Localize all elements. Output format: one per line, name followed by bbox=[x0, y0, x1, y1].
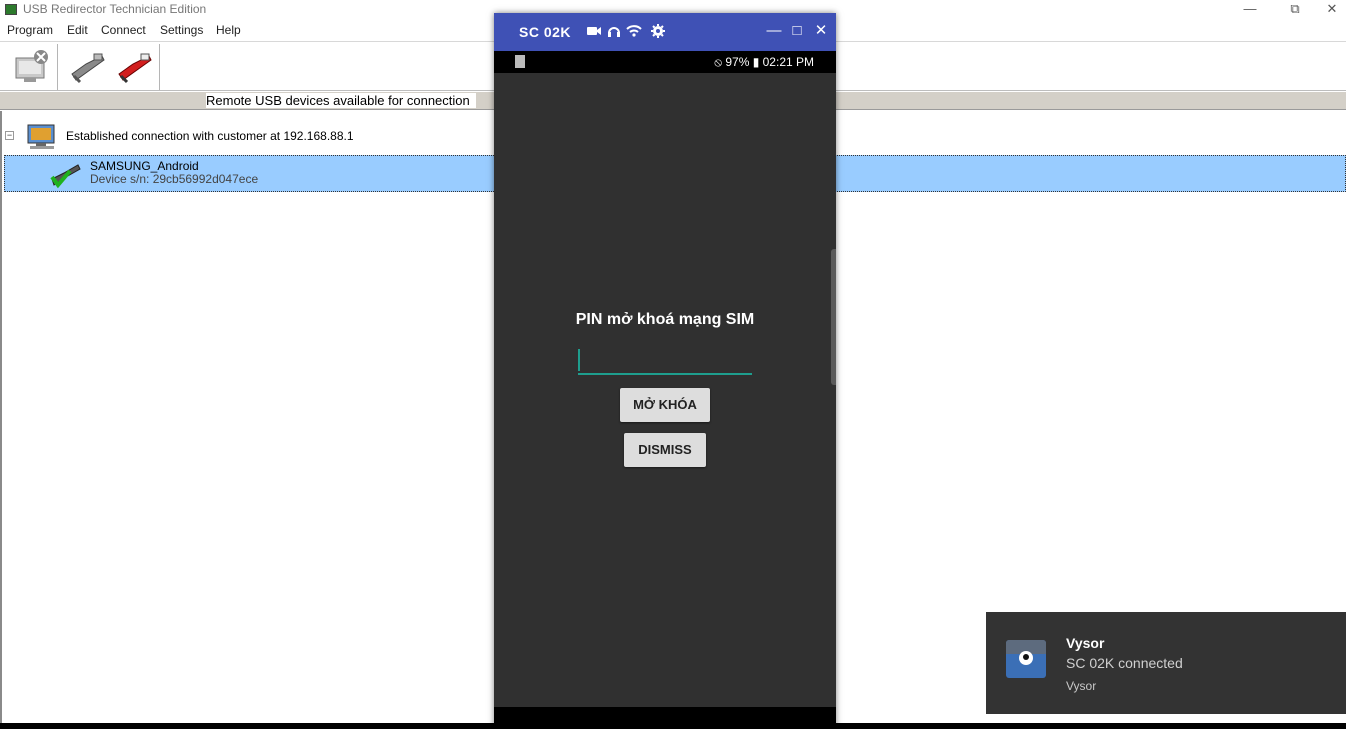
menu-connect[interactable]: Connect bbox=[101, 23, 146, 37]
text-cursor bbox=[578, 349, 580, 371]
pin-dialog-title: PIN mở khoá mạng SIM bbox=[575, 311, 755, 328]
minimize-button[interactable]: — bbox=[1227, 0, 1273, 20]
vysor-title-bar[interactable]: SC 02K — □ ✕ bbox=[494, 13, 836, 51]
vysor-minimize-button[interactable]: — bbox=[764, 21, 784, 41]
vysor-window: SC 02K — □ ✕ ⦸ 97% ▮ 02:21 PM PIN mở kho… bbox=[494, 13, 836, 729]
menu-edit[interactable]: Edit bbox=[67, 23, 88, 37]
disconnect-device-icon bbox=[118, 53, 152, 84]
disconnect-device-button[interactable] bbox=[113, 46, 157, 88]
notification-toast[interactable]: Vysor SC 02K connected Vysor bbox=[986, 612, 1346, 714]
tree-collapse-toggle[interactable]: − bbox=[5, 131, 14, 140]
list-header-label: Remote USB devices available for connect… bbox=[206, 93, 476, 108]
connect-device-button[interactable] bbox=[66, 46, 110, 88]
close-button[interactable]: ✕ bbox=[1318, 0, 1346, 20]
vysor-device-name: SC 02K bbox=[519, 24, 572, 40]
menu-settings[interactable]: Settings bbox=[160, 23, 203, 37]
host-connection-label[interactable]: Established connection with customer at … bbox=[66, 129, 354, 143]
headphones-icon[interactable] bbox=[606, 23, 622, 39]
vysor-maximize-button[interactable]: □ bbox=[787, 21, 807, 41]
window-title: USB Redirector Technician Edition bbox=[23, 2, 207, 16]
phone-navigation-bar[interactable] bbox=[494, 707, 836, 729]
toast-message: SC 02K connected bbox=[1066, 655, 1183, 671]
pin-input[interactable] bbox=[578, 347, 752, 375]
remove-connection-button[interactable] bbox=[10, 46, 54, 88]
device-name: SAMSUNG_Android bbox=[90, 159, 199, 173]
phone-status-bar: ⦸ 97% ▮ 02:21 PM bbox=[494, 51, 836, 73]
computer-icon bbox=[26, 124, 58, 150]
wifi-icon[interactable] bbox=[626, 23, 642, 39]
toast-source: Vysor bbox=[1066, 679, 1097, 693]
vysor-close-button[interactable]: ✕ bbox=[811, 21, 831, 41]
dismiss-button[interactable]: DISMISS bbox=[624, 433, 706, 467]
settings-gear-icon[interactable] bbox=[650, 23, 666, 39]
restore-button[interactable]: ⧉ bbox=[1272, 0, 1318, 20]
vysor-app-icon bbox=[1006, 640, 1046, 678]
unlock-button[interactable]: MỞ KHÓA bbox=[620, 388, 710, 422]
sim-card-icon bbox=[515, 55, 525, 68]
connect-device-icon bbox=[71, 53, 105, 84]
toolbar-separator bbox=[159, 44, 160, 90]
usb-device-connected-icon bbox=[48, 161, 84, 189]
remove-connection-icon bbox=[15, 50, 48, 82]
device-serial: Device s/n: 29cb56992d047ece bbox=[90, 172, 259, 186]
menu-program[interactable]: Program bbox=[7, 23, 53, 37]
toast-title: Vysor bbox=[1066, 635, 1105, 651]
app-icon bbox=[5, 4, 17, 15]
video-camera-icon[interactable] bbox=[586, 23, 602, 39]
toolbar-separator bbox=[57, 44, 58, 90]
phone-status-right: ⦸ 97% ▮ 02:21 PM bbox=[714, 55, 814, 69]
menu-help[interactable]: Help bbox=[216, 23, 241, 37]
